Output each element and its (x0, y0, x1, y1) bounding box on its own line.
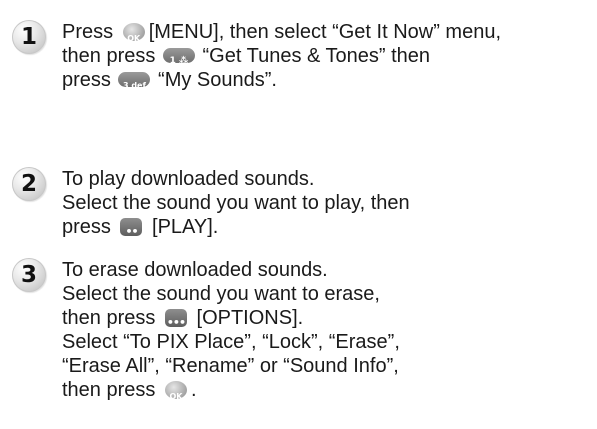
instruction-line: To erase downloaded sounds. (62, 258, 592, 282)
step-instructions: To erase downloaded sounds. Select the s… (62, 258, 592, 409)
instruction-text: Select “To PIX Place”, “Lock”, “Erase”, (62, 331, 400, 353)
step-number-badge: 1 (12, 20, 46, 54)
instruction-line: Press [MENU], then select “Get It Now” m… (62, 20, 592, 51)
instruction-line: press “My Sounds”. (62, 68, 592, 98)
instruction-line: “Erase All”, “Rename” or “Sound Info”, (62, 354, 592, 378)
instruction-text: Select the sound you want to erase, (62, 283, 380, 305)
instruction-text: [OPTIONS]. (196, 307, 304, 329)
step-number-badge: 2 (12, 167, 46, 201)
instruction-text: press (62, 69, 111, 91)
key-3-icon (118, 72, 151, 98)
instruction-text: [PLAY]. (152, 216, 219, 238)
instruction-line: then press . (62, 378, 592, 409)
ok-key-icon (164, 381, 187, 409)
instruction-text: To erase downloaded sounds. (62, 259, 328, 281)
instruction-text: then press (62, 379, 156, 401)
instruction-line: then press [OPTIONS]. (62, 306, 592, 335)
options-soft-key-icon (164, 309, 187, 335)
step-number: 3 (20, 262, 37, 288)
step-number-badge: 3 (12, 258, 46, 292)
key-1-icon (162, 48, 195, 73)
step-number: 1 (20, 24, 37, 50)
instruction-line: press [PLAY]. (62, 215, 592, 244)
instruction-text: then press (62, 307, 156, 329)
right-soft-key-icon (120, 218, 143, 244)
instruction-line: Select the sound you want to erase, (62, 282, 592, 306)
ok-key-icon (122, 23, 145, 51)
instruction-line: Select “To PIX Place”, “Lock”, “Erase”, (62, 330, 592, 354)
step-instructions: Press [MENU], then select “Get It Now” m… (62, 20, 592, 98)
instruction-text: [MENU], then select “Get It Now” menu, (148, 21, 502, 43)
instruction-line: To play downloaded sounds. (62, 167, 592, 191)
step-number: 2 (20, 171, 37, 197)
instruction-line: Select the sound you want to play, then (62, 191, 592, 215)
instruction-text: “Get Tunes & Tones” then (202, 45, 431, 67)
instruction-text: To play downloaded sounds. (62, 168, 315, 190)
instruction-text: press (62, 216, 111, 238)
instruction-text: Press (62, 21, 114, 43)
instruction-text: Select the sound you want to play, then (62, 192, 410, 214)
instruction-text: “Erase All”, “Rename” or “Sound Info”, (62, 355, 399, 377)
instruction-text: . (190, 379, 197, 401)
step-instructions: To play downloaded sounds. Select the so… (62, 167, 592, 244)
